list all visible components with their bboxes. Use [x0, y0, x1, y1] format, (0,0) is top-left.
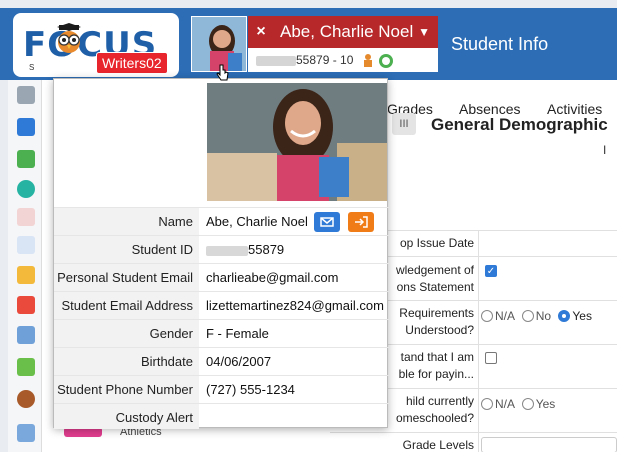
redacted-id-prefix — [206, 245, 248, 256]
form-column-divider — [478, 230, 479, 452]
radio-na[interactable] — [481, 310, 493, 322]
radio-no-label: No — [535, 309, 552, 323]
popup-value: 55879 — [248, 242, 285, 257]
pointer-cursor-icon — [216, 64, 229, 81]
instance-badge: Writers02 — [96, 52, 168, 74]
bell-icon[interactable] — [17, 266, 35, 284]
handshake-icon[interactable] — [17, 424, 35, 442]
card-icon[interactable] — [17, 326, 35, 344]
popup-row-custody-alert: Custody Alert — [54, 403, 389, 429]
form-label-grade-levels: Grade Levels — [402, 438, 474, 452]
student-status-icons — [363, 53, 393, 68]
section-marker: I — [603, 143, 607, 157]
popup-row-phone: Student Phone Number (727) 555-1234 — [54, 375, 389, 403]
page-title: Student Info — [451, 34, 549, 54]
left-sidebar — [8, 80, 42, 452]
homeschooled-radio-group: N/A Yes — [481, 397, 555, 411]
clock-icon[interactable] — [17, 180, 35, 198]
chart-icon[interactable] — [17, 208, 35, 226]
popup-label: Gender — [54, 320, 199, 347]
popup-value: F - Female — [206, 326, 269, 341]
popup-label: Student Email Address — [54, 292, 199, 319]
focus-logo[interactable]: FOCUS S Writers02 — [13, 13, 179, 77]
popup-label: Personal Student Email — [54, 264, 199, 291]
student-selector[interactable]: Abe, Charlie Noel ▼ — [274, 16, 438, 48]
email-button[interactable] — [314, 212, 340, 232]
popup-label: Student ID — [54, 236, 199, 263]
wrench-icon[interactable] — [17, 86, 35, 104]
student-name-label: Abe, Charlie Noel — [280, 22, 414, 41]
users-icon[interactable] — [17, 150, 35, 168]
popup-row-personal-email: Personal Student Email charlieabe@gmail.… — [54, 263, 389, 291]
section-title: General Demographic — [431, 115, 608, 134]
line-graph-icon[interactable] — [17, 236, 35, 254]
radio-yes[interactable] — [521, 398, 534, 410]
redacted-id-prefix — [256, 55, 296, 66]
popup-label: Student Phone Number — [54, 376, 199, 403]
backpack-icon[interactable] — [17, 118, 35, 136]
radio-na[interactable] — [481, 398, 493, 410]
app-frame: FOCUS S Writers02 × Abe, Charlie Noel ▼ … — [0, 0, 617, 452]
radio-yes[interactable] — [558, 310, 571, 322]
radio-yes-label: Yes — [535, 397, 556, 411]
popup-value: lizettemartinez824@gmail.com — [206, 298, 384, 313]
student-info-popup: Name Abe, Charlie Noel Student ID 55879 — [53, 78, 389, 429]
popup-row-student-email: Student Email Address lizettemartinez824… — [54, 291, 389, 319]
radio-na-label: N/A — [495, 309, 515, 323]
popup-row-birthdate: Birthdate 04/06/2007 — [54, 347, 389, 375]
student-photo-icon — [207, 83, 387, 201]
student-id-bar: 55879 - 10 — [248, 48, 438, 72]
login-as-student-button[interactable] — [348, 212, 374, 232]
popup-label: Name — [54, 208, 199, 235]
popup-value: charlieabe@gmail.com — [206, 270, 339, 285]
radio-na-label: N/A — [495, 397, 515, 411]
student-id-suffix: 55879 — [296, 53, 330, 67]
popup-row-gender: Gender F - Female — [54, 319, 389, 347]
form-row-divider — [330, 432, 617, 433]
envelope-icon — [320, 217, 334, 227]
radio-no[interactable] — [521, 310, 534, 322]
popup-value: Abe, Charlie Noel — [206, 214, 308, 229]
sign-in-icon — [355, 216, 368, 228]
grid-view-button[interactable]: III — [392, 113, 416, 135]
football-icon[interactable] — [17, 390, 35, 408]
popup-label: Birthdate — [54, 348, 199, 375]
radio-yes-label: Yes — [572, 309, 592, 323]
popup-value-wrap: 55879 — [206, 236, 284, 263]
student-photo — [207, 83, 387, 201]
requirements-radio-group: N/A No Yes — [481, 309, 592, 323]
popup-row-student-id: Student ID 55879 — [54, 235, 389, 263]
flag-icon[interactable] — [17, 296, 35, 314]
logo-subtitle: S — [29, 63, 35, 72]
owl-mascot-icon — [57, 23, 81, 53]
acknowledgement-checkbox[interactable]: ✓ — [485, 265, 497, 277]
money-icon[interactable] — [17, 358, 35, 376]
popup-value: 04/06/2007 — [206, 354, 272, 369]
responsible-checkbox[interactable] — [485, 352, 497, 364]
popup-value: (727) 555-1234 — [206, 382, 295, 397]
student-grade: - 10 — [329, 53, 354, 67]
popup-label: Custody Alert — [54, 404, 199, 429]
popup-row-name: Name Abe, Charlie Noel — [54, 207, 389, 235]
caret-down-icon: ▼ — [418, 25, 430, 39]
close-student-button[interactable]: × — [248, 16, 274, 48]
grade-levels-input[interactable] — [481, 437, 617, 452]
